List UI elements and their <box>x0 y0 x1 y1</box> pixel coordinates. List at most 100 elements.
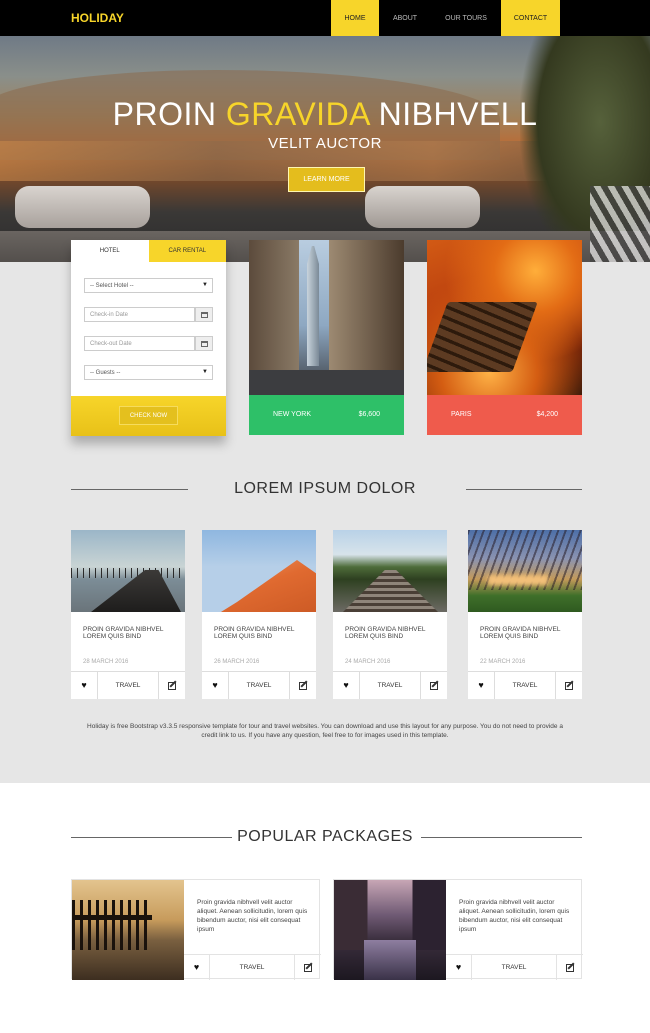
heart-icon: ♥ <box>455 962 462 972</box>
edit-icon <box>430 681 438 690</box>
check-now-button[interactable]: CHECK NOW <box>119 406 178 425</box>
edit-button[interactable] <box>289 672 316 699</box>
like-button[interactable]: ♥ <box>184 955 210 980</box>
article-actions: ♥ TRAVEL <box>71 671 185 699</box>
nav-home[interactable]: HOME <box>331 0 379 36</box>
package-card[interactable]: Proin gravida nibhvell velit auctor aliq… <box>71 879 321 980</box>
destination-city: NEW YORK <box>273 411 311 418</box>
edit-button[interactable] <box>158 672 185 699</box>
like-button[interactable]: ♥ <box>202 672 229 699</box>
article-tag[interactable]: TRAVEL <box>360 672 420 699</box>
like-button[interactable]: ♥ <box>71 672 98 699</box>
edit-button[interactable] <box>420 672 447 699</box>
article-card[interactable]: PROIN GRAVIDA NIBHVEL LOREM QUIS BIND 24… <box>333 530 447 699</box>
checkin-date-field[interactable]: Check-in Date <box>84 307 195 322</box>
article-card[interactable]: PROIN GRAVIDA NIBHVEL LOREM QUIS BIND 28… <box>71 530 185 699</box>
article-image <box>202 530 316 612</box>
booking-tabs: HOTEL CAR RENTAL <box>71 240 226 262</box>
checkout-calendar-button[interactable] <box>195 336 213 351</box>
new-york-image <box>249 240 404 395</box>
article-card[interactable]: PROIN GRAVIDA NIBHVEL LOREM QUIS BIND 22… <box>468 530 582 699</box>
tower-shape <box>307 246 319 366</box>
package-tag[interactable]: TRAVEL <box>472 955 556 980</box>
article-actions: ♥ TRAVEL <box>468 671 582 699</box>
edit-icon <box>565 681 573 690</box>
article-date: 22 MARCH 2016 <box>480 659 526 665</box>
pier-rail <box>71 568 185 578</box>
article-card[interactable]: PROIN GRAVIDA NIBHVEL LOREM QUIS BIND 26… <box>202 530 316 699</box>
package-description: Proin gravida nibhvell velit auctor aliq… <box>197 899 308 933</box>
article-tag[interactable]: TRAVEL <box>229 672 289 699</box>
article-tag[interactable]: TRAVEL <box>495 672 555 699</box>
hero-banner: PROIN GRAVIDA NIBHVELL VELIT AUCTOR LEAR… <box>0 36 650 262</box>
nav-our-tours[interactable]: OUR TOURS <box>431 0 501 36</box>
package-actions: ♥ TRAVEL <box>184 954 321 980</box>
brand-logo[interactable]: HOLIDAY <box>71 11 124 25</box>
hero-title-highlight: GRAVIDA <box>225 96 370 132</box>
edit-button[interactable] <box>294 955 321 980</box>
article-title[interactable]: PROIN GRAVIDA NIBHVEL LOREM QUIS BIND <box>345 626 440 640</box>
edit-button[interactable] <box>556 955 583 980</box>
article-date: 24 MARCH 2016 <box>345 659 391 665</box>
like-button[interactable]: ♥ <box>446 955 472 980</box>
dune-shape <box>202 560 316 612</box>
track-shape <box>343 570 438 612</box>
guests-dropdown[interactable]: -- Guests -- ▼ <box>84 365 213 380</box>
article-image <box>333 530 447 612</box>
learn-more-button[interactable]: LEARN MORE <box>288 167 365 192</box>
article-tag[interactable]: TRAVEL <box>98 672 158 699</box>
hero-title-part1: PROIN <box>112 96 217 132</box>
destination-card-paris[interactable]: PARIS $4,200 <box>427 240 582 435</box>
article-date: 28 MARCH 2016 <box>83 659 129 665</box>
package-description: Proin gravida nibhvell velit auctor aliq… <box>459 899 570 933</box>
main-nav: HOME ABOUT OUR TOURS CONTACT <box>331 0 560 36</box>
select-hotel-dropdown[interactable]: -- Select Hotel -- ▼ <box>84 278 213 293</box>
heart-icon: ♥ <box>193 962 200 972</box>
article-title[interactable]: PROIN GRAVIDA NIBHVEL LOREM QUIS BIND <box>214 626 309 640</box>
paris-image <box>427 240 582 395</box>
destination-card-new-york[interactable]: NEW YORK $6,600 <box>249 240 404 435</box>
package-image <box>72 880 184 980</box>
top-navbar: HOLIDAY HOME ABOUT OUR TOURS CONTACT <box>0 0 650 36</box>
destination-city: PARIS <box>451 411 472 418</box>
caret-down-icon: ▼ <box>202 282 208 288</box>
guests-value: -- Guests -- <box>90 369 121 376</box>
package-tag[interactable]: TRAVEL <box>210 955 294 980</box>
destination-bar: PARIS $4,200 <box>427 395 582 435</box>
edit-button[interactable] <box>555 672 582 699</box>
tab-car-rental[interactable]: CAR RENTAL <box>148 240 226 262</box>
section-title-popular-packages: POPULAR PACKAGES <box>237 828 413 845</box>
edit-icon <box>304 963 312 972</box>
canal-water <box>364 940 416 980</box>
hero-towel <box>365 186 480 228</box>
article-actions: ♥ TRAVEL <box>202 671 316 699</box>
package-image <box>334 880 446 980</box>
edit-icon <box>168 681 176 690</box>
edit-icon <box>299 681 307 690</box>
pier-ruin-shape <box>72 900 152 950</box>
article-image <box>468 530 582 612</box>
checkout-date-field[interactable]: Check-out Date <box>84 336 195 351</box>
like-button[interactable]: ♥ <box>333 672 360 699</box>
template-note: Holiday is free Bootstrap v3.3.5 respons… <box>87 723 563 739</box>
calendar-icon <box>200 311 208 318</box>
select-hotel-value: -- Select Hotel -- <box>90 282 134 289</box>
heart-icon: ♥ <box>81 680 87 690</box>
nav-about[interactable]: ABOUT <box>379 0 431 36</box>
nav-contact[interactable]: CONTACT <box>501 0 560 36</box>
package-card[interactable]: Proin gravida nibhvell velit auctor aliq… <box>333 879 583 980</box>
hero-subtitle: VELIT AUCTOR <box>268 135 382 152</box>
tab-hotel[interactable]: HOTEL <box>71 240 149 262</box>
caret-down-icon: ▼ <box>202 369 208 375</box>
heart-icon: ♥ <box>478 680 484 690</box>
hero-towel <box>15 186 150 228</box>
destination-price: $4,200 <box>536 411 558 418</box>
article-title[interactable]: PROIN GRAVIDA NIBHVEL LOREM QUIS BIND <box>83 626 178 640</box>
street-shape <box>249 370 404 395</box>
article-title[interactable]: PROIN GRAVIDA NIBHVEL LOREM QUIS BIND <box>480 626 575 640</box>
booking-widget: HOTEL CAR RENTAL -- Select Hotel -- ▼ Ch… <box>71 240 226 436</box>
checkin-calendar-button[interactable] <box>195 307 213 322</box>
article-image <box>71 530 185 612</box>
like-button[interactable]: ♥ <box>468 672 495 699</box>
sunlight-shape <box>488 575 548 585</box>
